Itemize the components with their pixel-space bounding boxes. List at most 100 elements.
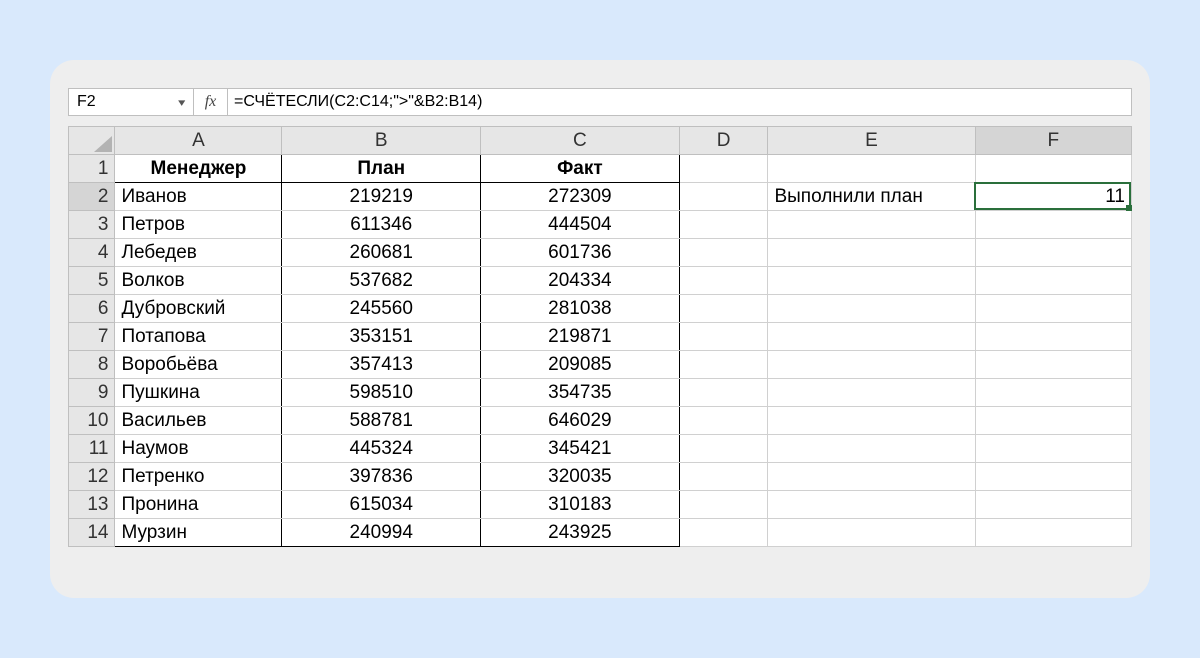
select-all-corner[interactable] bbox=[69, 127, 115, 155]
cell[interactable]: 260681 bbox=[282, 239, 481, 267]
cell[interactable]: 537682 bbox=[282, 267, 481, 295]
cell[interactable] bbox=[679, 379, 768, 407]
cell[interactable] bbox=[975, 351, 1131, 379]
cell[interactable] bbox=[768, 323, 975, 351]
row-header[interactable]: 8 bbox=[69, 351, 115, 379]
cell[interactable] bbox=[768, 407, 975, 435]
cell[interactable]: 357413 bbox=[282, 351, 481, 379]
cell[interactable] bbox=[679, 183, 768, 211]
row-header[interactable]: 2 bbox=[69, 183, 115, 211]
cell[interactable]: Воробьёва bbox=[115, 351, 282, 379]
column-header[interactable]: E bbox=[768, 127, 975, 155]
cell[interactable]: 204334 bbox=[481, 267, 680, 295]
cell[interactable]: 601736 bbox=[481, 239, 680, 267]
cell[interactable] bbox=[768, 155, 975, 183]
cell[interactable]: Факт bbox=[481, 155, 680, 183]
cell[interactable] bbox=[975, 379, 1131, 407]
column-header[interactable]: D bbox=[679, 127, 768, 155]
cell[interactable]: Петренко bbox=[115, 463, 282, 491]
row-header[interactable]: 9 bbox=[69, 379, 115, 407]
cell[interactable] bbox=[975, 155, 1131, 183]
cell[interactable]: Петров bbox=[115, 211, 282, 239]
cell[interactable]: 444504 bbox=[481, 211, 680, 239]
cell[interactable] bbox=[768, 435, 975, 463]
cell[interactable]: Пушкина bbox=[115, 379, 282, 407]
cell[interactable]: 272309 bbox=[481, 183, 680, 211]
row-header[interactable]: 13 bbox=[69, 491, 115, 519]
cell[interactable]: 353151 bbox=[282, 323, 481, 351]
cell[interactable]: Лебедев bbox=[115, 239, 282, 267]
row-header[interactable]: 11 bbox=[69, 435, 115, 463]
cell[interactable]: 598510 bbox=[282, 379, 481, 407]
cell[interactable]: 240994 bbox=[282, 519, 481, 547]
cell[interactable]: 243925 bbox=[481, 519, 680, 547]
row-header[interactable]: 14 bbox=[69, 519, 115, 547]
cell[interactable] bbox=[768, 351, 975, 379]
cell[interactable]: Мурзин bbox=[115, 519, 282, 547]
cell[interactable]: 219871 bbox=[481, 323, 680, 351]
chevron-down-icon[interactable]: ▾ bbox=[179, 96, 186, 109]
cell[interactable] bbox=[975, 295, 1131, 323]
formula-input[interactable]: =СЧЁТЕСЛИ(C2:C14;">"&B2:B14) bbox=[228, 89, 1131, 115]
cell[interactable]: Васильев bbox=[115, 407, 282, 435]
cell[interactable] bbox=[679, 323, 768, 351]
cell[interactable]: 320035 bbox=[481, 463, 680, 491]
cell[interactable] bbox=[975, 491, 1131, 519]
name-box[interactable]: F2 ▾ bbox=[69, 89, 194, 115]
cell[interactable] bbox=[679, 155, 768, 183]
cell[interactable]: План bbox=[282, 155, 481, 183]
cell[interactable] bbox=[975, 407, 1131, 435]
cell[interactable] bbox=[679, 267, 768, 295]
fx-icon[interactable]: fx bbox=[194, 89, 228, 115]
cell[interactable]: 588781 bbox=[282, 407, 481, 435]
cell[interactable]: 611346 bbox=[282, 211, 481, 239]
cell[interactable] bbox=[975, 519, 1131, 547]
cell[interactable] bbox=[679, 351, 768, 379]
cell[interactable]: 354735 bbox=[481, 379, 680, 407]
cell[interactable] bbox=[679, 239, 768, 267]
row-header[interactable]: 10 bbox=[69, 407, 115, 435]
spreadsheet-grid[interactable]: ABCDEF 1 Менеджер План Факт 2Иванов21921… bbox=[68, 126, 1132, 547]
cell[interactable]: Пронина bbox=[115, 491, 282, 519]
row-header[interactable]: 12 bbox=[69, 463, 115, 491]
cell[interactable] bbox=[679, 435, 768, 463]
cell[interactable]: Потапова bbox=[115, 323, 282, 351]
cell[interactable]: 219219 bbox=[282, 183, 481, 211]
cell[interactable] bbox=[768, 463, 975, 491]
cell[interactable] bbox=[975, 239, 1131, 267]
cell[interactable]: 397836 bbox=[282, 463, 481, 491]
cell[interactable]: 445324 bbox=[282, 435, 481, 463]
cell[interactable] bbox=[975, 267, 1131, 295]
row-header[interactable]: 3 bbox=[69, 211, 115, 239]
row-header[interactable]: 1 bbox=[69, 155, 115, 183]
cell[interactable] bbox=[768, 491, 975, 519]
cell[interactable]: 209085 bbox=[481, 351, 680, 379]
cell[interactable] bbox=[975, 211, 1131, 239]
cell[interactable]: 310183 bbox=[481, 491, 680, 519]
cell[interactable]: Наумов bbox=[115, 435, 282, 463]
cell[interactable]: Менеджер bbox=[115, 155, 282, 183]
cell[interactable] bbox=[768, 519, 975, 547]
cell[interactable] bbox=[679, 295, 768, 323]
cell[interactable] bbox=[679, 211, 768, 239]
cell[interactable] bbox=[975, 435, 1131, 463]
cell[interactable]: 615034 bbox=[282, 491, 481, 519]
cell[interactable] bbox=[768, 379, 975, 407]
cell[interactable]: 281038 bbox=[481, 295, 680, 323]
cell[interactable]: 345421 bbox=[481, 435, 680, 463]
cell[interactable]: Дубровский bbox=[115, 295, 282, 323]
row-header[interactable]: 5 bbox=[69, 267, 115, 295]
cell[interactable]: 646029 bbox=[481, 407, 680, 435]
column-header[interactable]: C bbox=[481, 127, 680, 155]
row-header[interactable]: 6 bbox=[69, 295, 115, 323]
cell[interactable]: 245560 bbox=[282, 295, 481, 323]
cell[interactable] bbox=[679, 491, 768, 519]
column-header[interactable]: B bbox=[282, 127, 481, 155]
cell[interactable]: Иванов bbox=[115, 183, 282, 211]
cell[interactable] bbox=[768, 239, 975, 267]
row-header[interactable]: 4 bbox=[69, 239, 115, 267]
cell[interactable] bbox=[679, 519, 768, 547]
cell[interactable] bbox=[975, 323, 1131, 351]
cell[interactable] bbox=[768, 267, 975, 295]
cell[interactable] bbox=[679, 407, 768, 435]
